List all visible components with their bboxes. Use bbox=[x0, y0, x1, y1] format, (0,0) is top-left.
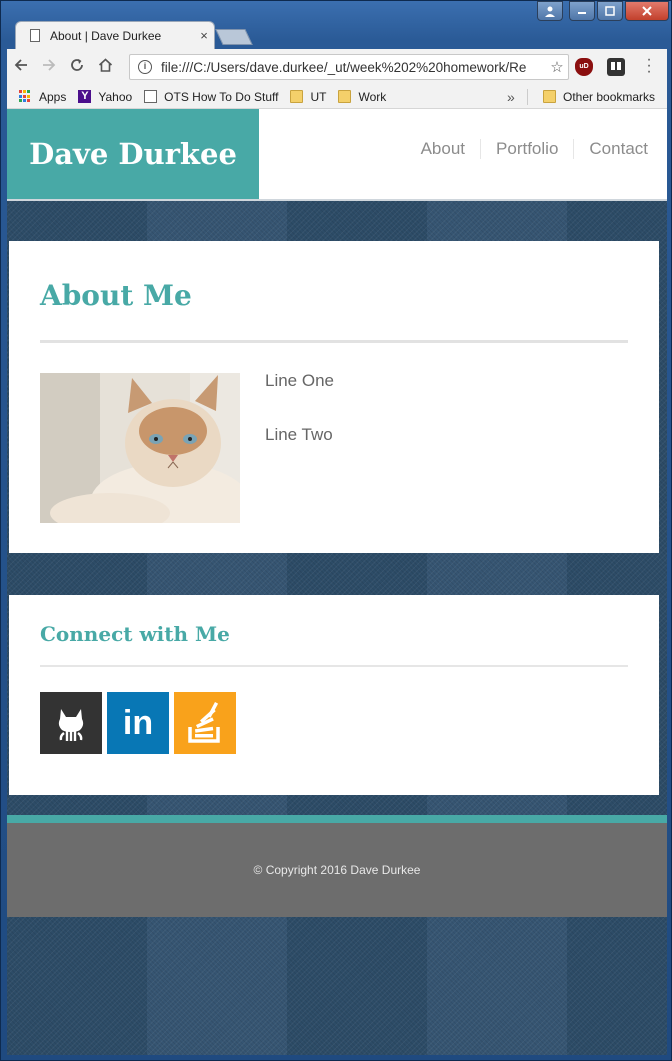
about-line-one: Line One bbox=[265, 371, 334, 390]
nav-contact[interactable]: Contact bbox=[573, 139, 663, 159]
connect-section: Connect with Me in bbox=[9, 595, 659, 795]
yahoo-icon: Y bbox=[78, 90, 92, 103]
divider bbox=[40, 665, 628, 667]
forward-button[interactable] bbox=[35, 57, 63, 77]
about-section: About Me Line One Line Two bbox=[9, 241, 659, 553]
page-viewport[interactable]: Dave Durkee About Portfolio Contact Abou… bbox=[7, 109, 667, 1055]
profile-photo bbox=[40, 373, 240, 523]
divider bbox=[40, 340, 628, 343]
bookmark-star-icon[interactable]: ☆ bbox=[546, 58, 568, 76]
apps-icon bbox=[19, 90, 32, 103]
close-button[interactable] bbox=[625, 1, 669, 21]
nav-about[interactable]: About bbox=[406, 139, 480, 159]
bookmark-apps[interactable]: Apps bbox=[19, 90, 66, 104]
stackoverflow-link[interactable] bbox=[174, 692, 236, 754]
tab-close-icon[interactable]: × bbox=[194, 28, 214, 43]
bookmark-label: Apps bbox=[39, 89, 67, 104]
browser-window: About | Dave Durkee × i file:///C:/Users… bbox=[0, 0, 672, 1061]
bookmark-label: Yahoo bbox=[98, 89, 133, 104]
home-button[interactable] bbox=[91, 57, 119, 77]
github-link[interactable] bbox=[40, 692, 102, 754]
nav-portfolio[interactable]: Portfolio bbox=[480, 139, 573, 159]
copyright-text: © Copyright 2016 Dave Durkee bbox=[253, 863, 421, 877]
back-button[interactable] bbox=[7, 57, 35, 77]
extension-icon[interactable] bbox=[607, 58, 625, 76]
address-bar[interactable]: i file:///C:/Users/dave.durkee/_ut/week%… bbox=[129, 54, 569, 80]
bookmark-other[interactable]: Other bookmarks bbox=[543, 90, 655, 104]
bookmark-ots[interactable]: OTS How To Do Stuff bbox=[144, 90, 278, 104]
bookmarks-bar: Apps Y Yahoo OTS How To Do Stuff UT Work… bbox=[7, 85, 667, 109]
connect-heading: Connect with Me bbox=[40, 622, 230, 646]
page-icon bbox=[144, 90, 158, 103]
url-text: file:///C:/Users/dave.durkee/_ut/week%20… bbox=[161, 59, 527, 75]
reload-button[interactable] bbox=[63, 57, 91, 77]
page-icon bbox=[30, 29, 40, 42]
bookmark-yahoo[interactable]: Y Yahoo bbox=[78, 90, 132, 104]
browser-toolbar: i file:///C:/Users/dave.durkee/_ut/week%… bbox=[7, 49, 667, 85]
info-icon[interactable]: i bbox=[138, 60, 152, 74]
menu-icon[interactable]: · · · bbox=[643, 52, 655, 80]
bookmark-label: OTS How To Do Stuff bbox=[164, 89, 279, 104]
tab-strip: About | Dave Durkee × bbox=[1, 1, 672, 49]
ublock-icon[interactable]: uD bbox=[575, 58, 593, 76]
about-line-two: Line Two bbox=[265, 425, 333, 444]
bookmark-label: Work bbox=[358, 89, 387, 104]
folder-icon bbox=[543, 90, 556, 103]
maximize-button[interactable] bbox=[597, 1, 623, 21]
site-nav: About Portfolio Contact bbox=[406, 139, 663, 159]
github-icon bbox=[58, 709, 84, 741]
stackoverflow-icon bbox=[188, 701, 220, 743]
linkedin-icon: in bbox=[122, 703, 154, 742]
folder-icon bbox=[290, 90, 304, 103]
page-title: About Me bbox=[40, 279, 192, 312]
bookmark-label: UT bbox=[310, 89, 327, 104]
bookmark-label: Other bookmarks bbox=[563, 89, 656, 104]
profile-icon[interactable] bbox=[537, 1, 563, 21]
site-brand[interactable]: Dave Durkee bbox=[7, 109, 259, 199]
divider bbox=[527, 88, 528, 105]
tab-title: About | Dave Durkee bbox=[50, 28, 162, 43]
minimize-button[interactable] bbox=[569, 1, 595, 21]
bookmarks-overflow-icon[interactable]: » bbox=[507, 89, 515, 105]
bookmark-ut[interactable]: UT bbox=[290, 90, 326, 104]
linkedin-link[interactable]: in bbox=[107, 692, 169, 754]
new-tab-button[interactable] bbox=[215, 29, 253, 45]
bookmark-work[interactable]: Work bbox=[338, 90, 386, 104]
folder-icon bbox=[338, 90, 352, 103]
site-footer: © Copyright 2016 Dave Durkee bbox=[7, 815, 667, 917]
window-controls bbox=[537, 1, 669, 21]
browser-tab[interactable]: About | Dave Durkee × bbox=[15, 21, 215, 49]
site-header: Dave Durkee About Portfolio Contact bbox=[7, 109, 667, 201]
